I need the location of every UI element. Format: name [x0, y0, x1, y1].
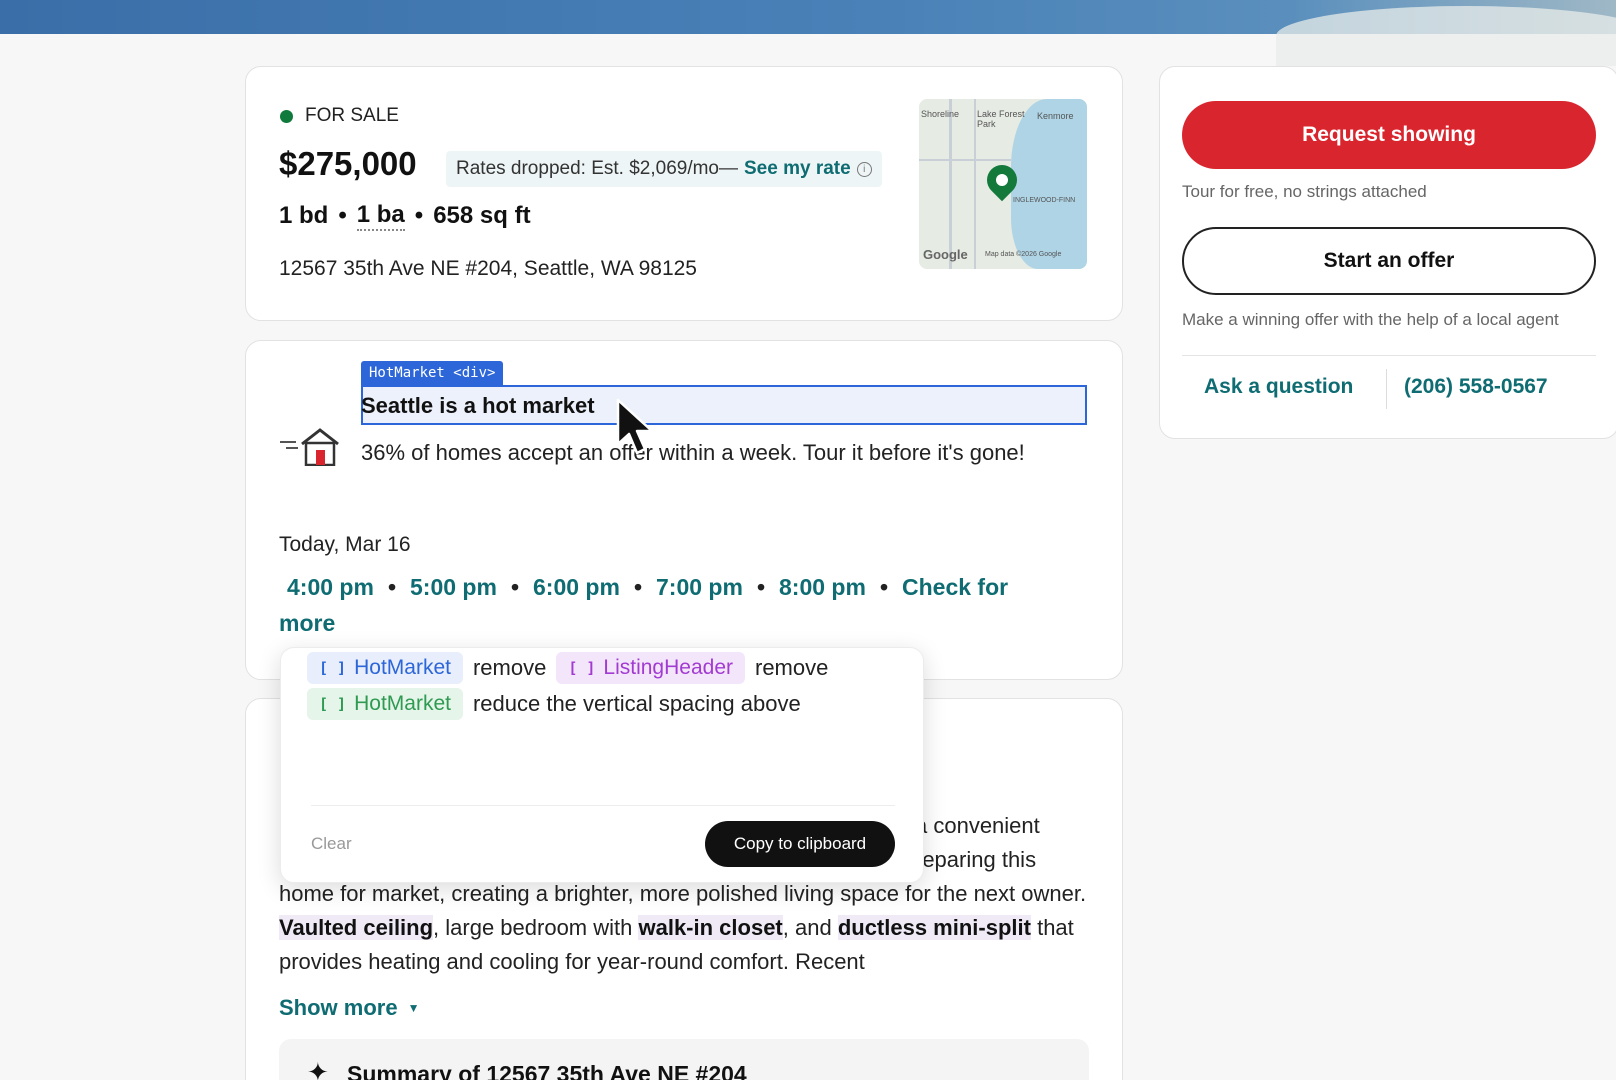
summary-box: ✦ Summary of 12567 35th Ave NE #204: [279, 1039, 1089, 1080]
sidebar-divider: [1182, 355, 1596, 356]
overlay-row: [ ] HotMarket reduce the vertical spacing…: [307, 688, 801, 720]
see-my-rate-link[interactable]: See my rate: [744, 158, 851, 180]
time-separator: •: [756, 574, 765, 600]
start-offer-button[interactable]: Start an offer: [1182, 227, 1596, 295]
status-dot-icon: [280, 109, 293, 123]
fast-house-icon: [280, 428, 339, 466]
listing-address: 12567 35th Ave NE #204, Seattle, WA 9812…: [279, 257, 697, 280]
request-showing-button[interactable]: Request showing: [1182, 101, 1596, 169]
chip-label: HotMarket: [354, 656, 451, 679]
overlay-action: remove: [472, 655, 547, 680]
tour-time-option[interactable]: 4:00 pm: [287, 574, 374, 600]
inspector-tag-label: HotMarket <div>: [361, 361, 504, 385]
map-thumbnail[interactable]: Shoreline Lake Forest Park Kenmore INGLE…: [919, 99, 1087, 269]
beds: 1 bd: [279, 202, 329, 229]
action-sidebar: Request showing Tour for free, no string…: [1159, 66, 1616, 439]
facts-separator: •: [414, 202, 424, 229]
rate-chip: Rates dropped: Est. $2,069/mo— See my ra…: [446, 151, 882, 187]
mouse-cursor-icon: [616, 398, 654, 455]
google-logo: Google: [923, 247, 968, 262]
hot-market-title: Seattle is a hot market: [361, 393, 595, 418]
map-label: INGLEWOOD-FINN: [1013, 197, 1076, 204]
listing-facts: 1 bd • 1 ba • 658 sq ft: [279, 201, 531, 231]
map-road: [919, 159, 1011, 161]
overlay-divider: [311, 805, 895, 806]
sqft: 658 sq ft: [433, 202, 531, 229]
listing-price: $275,000: [279, 145, 417, 182]
info-icon[interactable]: i: [856, 161, 872, 177]
clear-button[interactable]: Clear: [311, 834, 352, 854]
tour-date: Today, Mar 16: [279, 533, 411, 556]
map-label: Kenmore: [1037, 111, 1074, 121]
time-separator: •: [633, 574, 642, 600]
listing-status: FOR SALE: [280, 105, 399, 127]
show-more-label: Show more: [279, 995, 398, 1020]
description-line: , large bedroom with: [433, 915, 639, 940]
highlight-vaulted-ceiling: Vaulted ceiling: [279, 915, 434, 940]
ask-question-link[interactable]: Ask a question: [1204, 375, 1353, 399]
chevron-down-icon: ▼: [407, 1001, 420, 1015]
map-road: [974, 99, 976, 269]
vertical-separator: [1386, 369, 1387, 409]
status-label: FOR SALE: [305, 105, 399, 126]
hot-market-description: 36% of homes accept an offer within a we…: [361, 440, 1025, 465]
offer-note: Make a winning offer with the help of a …: [1182, 310, 1559, 329]
map-label: Lake Forest Park: [977, 109, 1025, 129]
overlay-row: [ ] HotMarket remove [ ] ListingHeader rem…: [307, 652, 828, 684]
baths[interactable]: 1 ba: [356, 201, 405, 231]
time-separator: •: [387, 574, 396, 600]
time-separator: •: [879, 574, 888, 600]
map-label: Map data ©2026 Google: [985, 251, 1062, 258]
component-chip[interactable]: [ ] HotMarket: [307, 688, 463, 720]
overlay-action: remove: [755, 655, 829, 680]
hot-market-card: HotMarket <div> Seattle is a hot market …: [245, 340, 1123, 680]
request-note: Tour for free, no strings attached: [1182, 182, 1427, 201]
tour-time-option[interactable]: 8:00 pm: [779, 574, 866, 600]
rate-text: Rates dropped: Est. $2,069/mo—: [456, 158, 738, 179]
phone-link[interactable]: (206) 558-0567: [1404, 375, 1548, 399]
map-road: [949, 99, 952, 269]
description-body: home for market, creating a brighter, mo…: [279, 877, 1089, 979]
chip-label: ListingHeader: [603, 656, 733, 679]
facts-separator: •: [338, 202, 347, 229]
summary-title: Summary of 12567 35th Ave NE #204: [347, 1061, 747, 1080]
top-banner: [0, 0, 1616, 66]
copy-to-clipboard-button[interactable]: Copy to clipboard: [705, 821, 895, 867]
overlay-action: reduce the vertical spacing above: [472, 691, 801, 716]
highlight-ductless-mini-split: ductless mini-split: [837, 915, 1031, 940]
highlight-walk-in-closet: walk-in closet: [638, 915, 783, 940]
description-line: , and: [782, 915, 838, 940]
component-chip[interactable]: [ ] HotMarket: [307, 652, 463, 684]
component-chip[interactable]: [ ] ListingHeader: [556, 652, 745, 684]
edit-overlay-panel: [ ] HotMarket remove [ ] ListingHeader rem…: [280, 647, 924, 883]
description-line: home for market, creating a brighter, mo…: [279, 881, 1087, 906]
bracket-icon: [ ]: [319, 659, 347, 677]
listing-header-card: FOR SALE $275,000 Rates dropped: Est. $2…: [245, 66, 1123, 321]
show-more-button[interactable]: Show more ▼: [279, 995, 419, 1021]
tour-time-option[interactable]: 7:00 pm: [656, 574, 743, 600]
map-label: Shoreline: [921, 109, 960, 119]
tour-time-option[interactable]: 6:00 pm: [533, 574, 620, 600]
bracket-icon: [ ]: [568, 659, 596, 677]
tour-time-option[interactable]: 5:00 pm: [410, 574, 497, 600]
tour-times: 4:00 pm • 5:00 pm • 6:00 pm • 7:00 pm • 8:00 pm •…: [279, 569, 1069, 641]
banner-hill: [1276, 6, 1616, 66]
sparkle-icon: ✦: [307, 1057, 329, 1080]
bracket-icon: [ ]: [319, 695, 347, 713]
time-separator: •: [510, 574, 519, 600]
chip-label: HotMarket: [354, 692, 451, 715]
